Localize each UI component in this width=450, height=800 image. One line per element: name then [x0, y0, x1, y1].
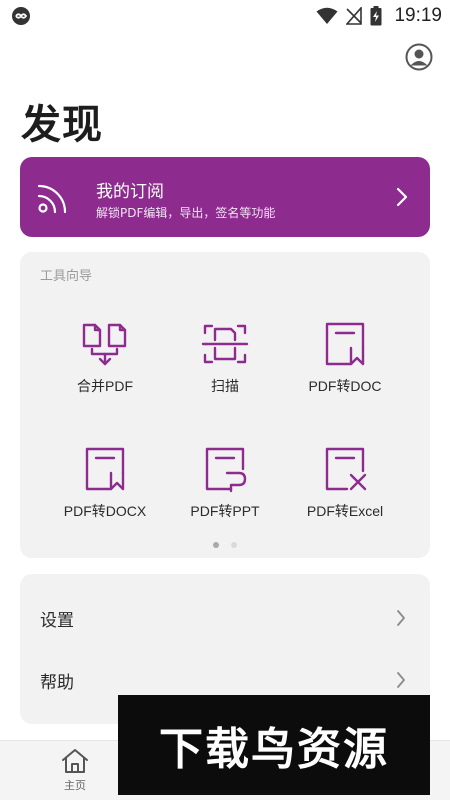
signal-off-icon: [346, 7, 363, 25]
watermark-logo: 下载鸟资源: [118, 695, 430, 795]
help-label: 帮助: [40, 673, 74, 693]
page-indicator: [20, 542, 430, 548]
page-title: 发现: [21, 102, 103, 148]
tool-label: PDF转PPT: [190, 503, 260, 519]
subscription-card[interactable]: 我的订阅 解锁PDF编辑，导出，签名等功能: [20, 157, 430, 237]
settings-label: 设置: [40, 611, 74, 631]
merge-pdf-icon: [82, 323, 127, 366]
chevron-right-icon: [397, 672, 405, 688]
wifi-icon: [316, 7, 338, 24]
tool-pdf-to-excel[interactable]: PDF转Excel: [280, 445, 410, 545]
watermark-text: 下载鸟资源: [159, 724, 389, 775]
tool-label: PDF转DOC: [308, 378, 382, 394]
battery-charging-icon: [370, 6, 382, 26]
chevron-right-icon: [396, 187, 408, 207]
tool-label: PDF转Excel: [306, 503, 384, 519]
tool-label: 扫描: [211, 378, 239, 394]
chevron-right-icon: [397, 610, 405, 626]
tool-label: PDF转DOCX: [63, 503, 147, 519]
tool-pdf-to-doc[interactable]: PDF转DOC: [280, 320, 410, 420]
subscription-subtitle: 解锁PDF编辑，导出，签名等功能: [96, 206, 276, 220]
tools-header: 工具向导: [40, 269, 93, 284]
scan-icon: [201, 324, 249, 364]
status-icons: 19:19: [316, 4, 442, 28]
home-icon: [62, 749, 88, 773]
rss-icon: [37, 184, 67, 214]
pdf-to-docx-icon: [85, 447, 125, 491]
page-dot[interactable]: [231, 542, 237, 548]
tool-label: 合并PDF: [77, 378, 133, 394]
pdf-to-excel-icon: [325, 447, 367, 491]
tool-merge-pdf[interactable]: 合并PDF: [40, 320, 170, 420]
pdf-to-ppt-icon: [205, 447, 247, 493]
tool-pdf-to-docx[interactable]: PDF转DOCX: [40, 445, 170, 545]
clock: 19:19: [394, 5, 442, 26]
nav-home[interactable]: 主页: [35, 747, 115, 793]
nav-home-label: 主页: [64, 779, 86, 792]
tool-scan[interactable]: 扫描: [160, 320, 290, 420]
tool-pdf-to-ppt[interactable]: PDF转PPT: [160, 445, 290, 545]
page-dot-active[interactable]: [213, 542, 219, 548]
tools-card: 工具向导 合并PDF 扫描 PDF转DOC PDF转DOCX PDF转PPT P…: [20, 252, 430, 558]
subscription-title: 我的订阅: [96, 182, 164, 202]
app-notification-icon: [12, 7, 30, 25]
account-icon[interactable]: [405, 43, 433, 71]
pdf-to-doc-icon: [325, 322, 365, 366]
settings-row[interactable]: 设置: [20, 588, 430, 648]
status-bar: 19:19: [0, 0, 450, 32]
